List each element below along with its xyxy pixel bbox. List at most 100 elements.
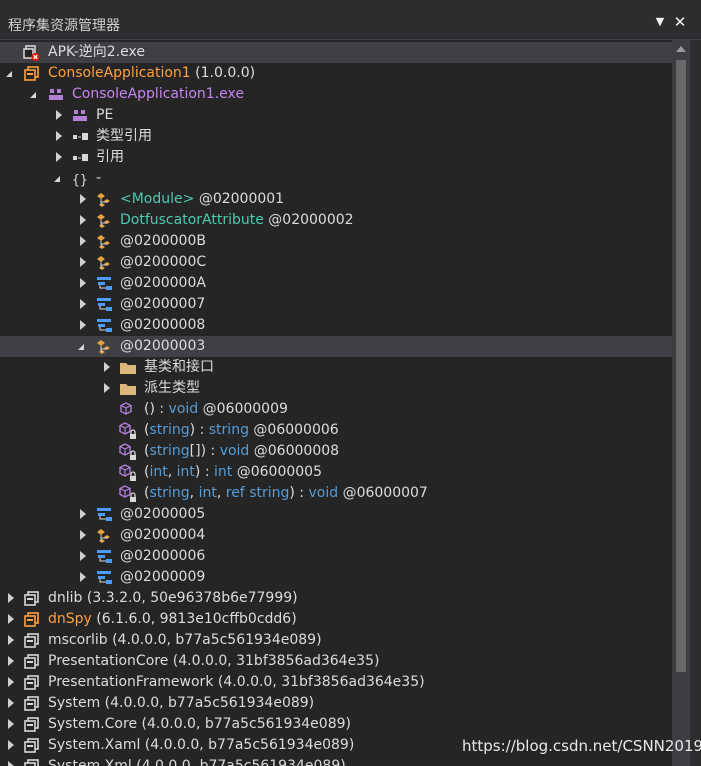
label-part: ConsoleApplication1.exe (72, 86, 244, 102)
collapsed-arrow-icon[interactable] (80, 509, 86, 519)
tree-node[interactable]: @02000004 (0, 525, 672, 546)
collapsed-arrow-icon[interactable] (80, 551, 86, 561)
tree-node[interactable]: APK-逆向2.exe (0, 42, 672, 63)
tree-node[interactable]: 基类和接口 (0, 357, 672, 378)
tree-node-label: @02000007 (120, 294, 205, 315)
tree-node[interactable]: @0200000A (0, 273, 672, 294)
tree-node[interactable]: PE (0, 105, 672, 126)
tree-node[interactable]: PresentationFramework (4.0.0.0, 31bf3856… (0, 672, 672, 693)
collapsed-arrow-icon[interactable] (80, 215, 86, 225)
tree-node[interactable]: 派生类型 (0, 378, 672, 399)
label-part: PE (96, 107, 114, 123)
label-part: (4.0.0.0, 31bf3856ad364e35) (213, 674, 425, 690)
method-locked-icon (119, 464, 137, 482)
tree-node[interactable]: dnSpy (6.1.6.0, 9813e10cffb0cdd6) (0, 609, 672, 630)
tree-node[interactable]: @02000005 (0, 504, 672, 525)
collapsed-arrow-icon[interactable] (80, 278, 86, 288)
tree-node[interactable]: System (4.0.0.0, b77a5c561934e089) (0, 693, 672, 714)
folder-icon (119, 380, 137, 398)
collapsed-arrow-icon[interactable] (80, 572, 86, 582)
tree-node[interactable]: <Module> @02000001 (0, 189, 672, 210)
tree-node-label: @0200000B (120, 231, 206, 252)
collapsed-arrow-icon[interactable] (80, 299, 86, 309)
close-icon[interactable]: ✕ (672, 14, 688, 30)
assembly-icon-gray (23, 695, 41, 713)
tree-node[interactable]: @02000003 (0, 336, 672, 357)
collapsed-arrow-icon[interactable] (104, 383, 110, 393)
tree-node-label: @0200000A (120, 273, 206, 294)
label-part: void (168, 401, 199, 417)
collapsed-arrow-icon[interactable] (8, 635, 14, 645)
collapsed-arrow-icon[interactable] (8, 698, 14, 708)
collapsed-arrow-icon[interactable] (80, 194, 86, 204)
collapsed-arrow-icon[interactable] (8, 593, 14, 603)
expanded-arrow-icon[interactable] (54, 176, 60, 182)
expanded-arrow-icon[interactable] (30, 92, 36, 98)
collapsed-arrow-icon[interactable] (56, 152, 62, 162)
collapsed-arrow-icon[interactable] (56, 131, 62, 141)
tree-node[interactable]: (int, int) : int @06000005 (0, 462, 672, 483)
method-locked-icon (119, 485, 137, 503)
label-part: @06000007 (338, 485, 428, 501)
dropdown-icon[interactable]: ▼ (652, 14, 668, 30)
label-part: (1.0.0.0) (190, 65, 256, 81)
collapsed-arrow-icon[interactable] (8, 677, 14, 687)
scrollbar-thumb[interactable] (676, 60, 686, 672)
collapsed-arrow-icon[interactable] (8, 656, 14, 666)
tree-node[interactable]: DotfuscatorAttribute @02000002 (0, 210, 672, 231)
collapsed-arrow-icon[interactable] (104, 362, 110, 372)
tree-node[interactable]: (string) : string @06000006 (0, 420, 672, 441)
label-part: PresentationFramework (48, 674, 214, 690)
assembly-tree[interactable]: APK-逆向2.exe ConsoleApplication1 (1.0.0.0)… (0, 40, 672, 766)
tree-node-label: (string, int, ref string) : void @060000… (144, 483, 428, 504)
tree-node-label: dnlib (3.3.2.0, 50e96378b6e77999) (48, 588, 298, 609)
collapsed-arrow-icon[interactable] (80, 320, 86, 330)
label-part: int (198, 485, 217, 501)
tree-node[interactable]: @02000006 (0, 546, 672, 567)
assembly-icon-gray (23, 590, 41, 608)
tree-node[interactable]: () : void @06000009 (0, 399, 672, 420)
tree-node[interactable]: mscorlib (4.0.0.0, b77a5c561934e089) (0, 630, 672, 651)
tree-node-label: @02000008 (120, 315, 205, 336)
tree-node[interactable]: (string[]) : void @06000008 (0, 441, 672, 462)
expanded-arrow-icon[interactable] (6, 71, 12, 77)
tree-node[interactable]: 类型引用 (0, 126, 672, 147)
label-part: ) : (194, 464, 214, 480)
panel-titlebar: 程序集资源管理器 ▼ ✕ (0, 0, 701, 40)
tree-node[interactable]: dnlib (3.3.2.0, 50e96378b6e77999) (0, 588, 672, 609)
tree-node[interactable]: System.Xml (4.0.0.0, b77a5c561934e089) (0, 756, 672, 766)
expanded-arrow-icon[interactable] (78, 344, 84, 350)
tree-node[interactable]: @02000009 (0, 567, 672, 588)
collapsed-arrow-icon[interactable] (80, 236, 86, 246)
collapsed-arrow-icon[interactable] (80, 530, 86, 540)
tree-node[interactable]: ConsoleApplication1.exe (0, 84, 672, 105)
label-part: @02000002 (263, 212, 354, 228)
collapsed-arrow-icon[interactable] (80, 257, 86, 267)
collapsed-arrow-icon[interactable] (8, 719, 14, 729)
tree-node[interactable]: @02000007 (0, 294, 672, 315)
label-part: @0200000B (120, 233, 206, 249)
label-part: , (167, 464, 177, 480)
scroll-up-arrow-icon[interactable] (676, 46, 686, 52)
class-icon (95, 254, 113, 272)
tree-node[interactable]: System.Core (4.0.0.0, b77a5c561934e089) (0, 714, 672, 735)
tree-node-label: mscorlib (4.0.0.0, b77a5c561934e089) (48, 630, 322, 651)
tree-node[interactable]: PresentationCore (4.0.0.0, 31bf3856ad364… (0, 651, 672, 672)
tree-node-label: (int, int) : int @06000005 (144, 462, 322, 483)
assembly-icon-gray (23, 716, 41, 734)
tree-node-label: System.Xaml (4.0.0.0, b77a5c561934e089) (48, 735, 354, 756)
tree-node[interactable]: @0200000B (0, 231, 672, 252)
tree-node[interactable]: 引用 (0, 147, 672, 168)
tree-node[interactable]: (string, int, ref string) : void @060000… (0, 483, 672, 504)
label-part: @02000007 (120, 296, 206, 312)
label-part: @02000006 (120, 548, 206, 564)
tree-node[interactable]: ConsoleApplication1 (1.0.0.0) (0, 63, 672, 84)
tree-node[interactable]: @0200000C (0, 252, 672, 273)
collapsed-arrow-icon[interactable] (8, 740, 14, 750)
struct-icon (95, 317, 113, 335)
collapsed-arrow-icon[interactable] (56, 110, 62, 120)
collapsed-arrow-icon[interactable] (8, 761, 14, 766)
tree-node[interactable]: @02000008 (0, 315, 672, 336)
collapsed-arrow-icon[interactable] (8, 614, 14, 624)
tree-node[interactable]: {} - (0, 168, 672, 189)
